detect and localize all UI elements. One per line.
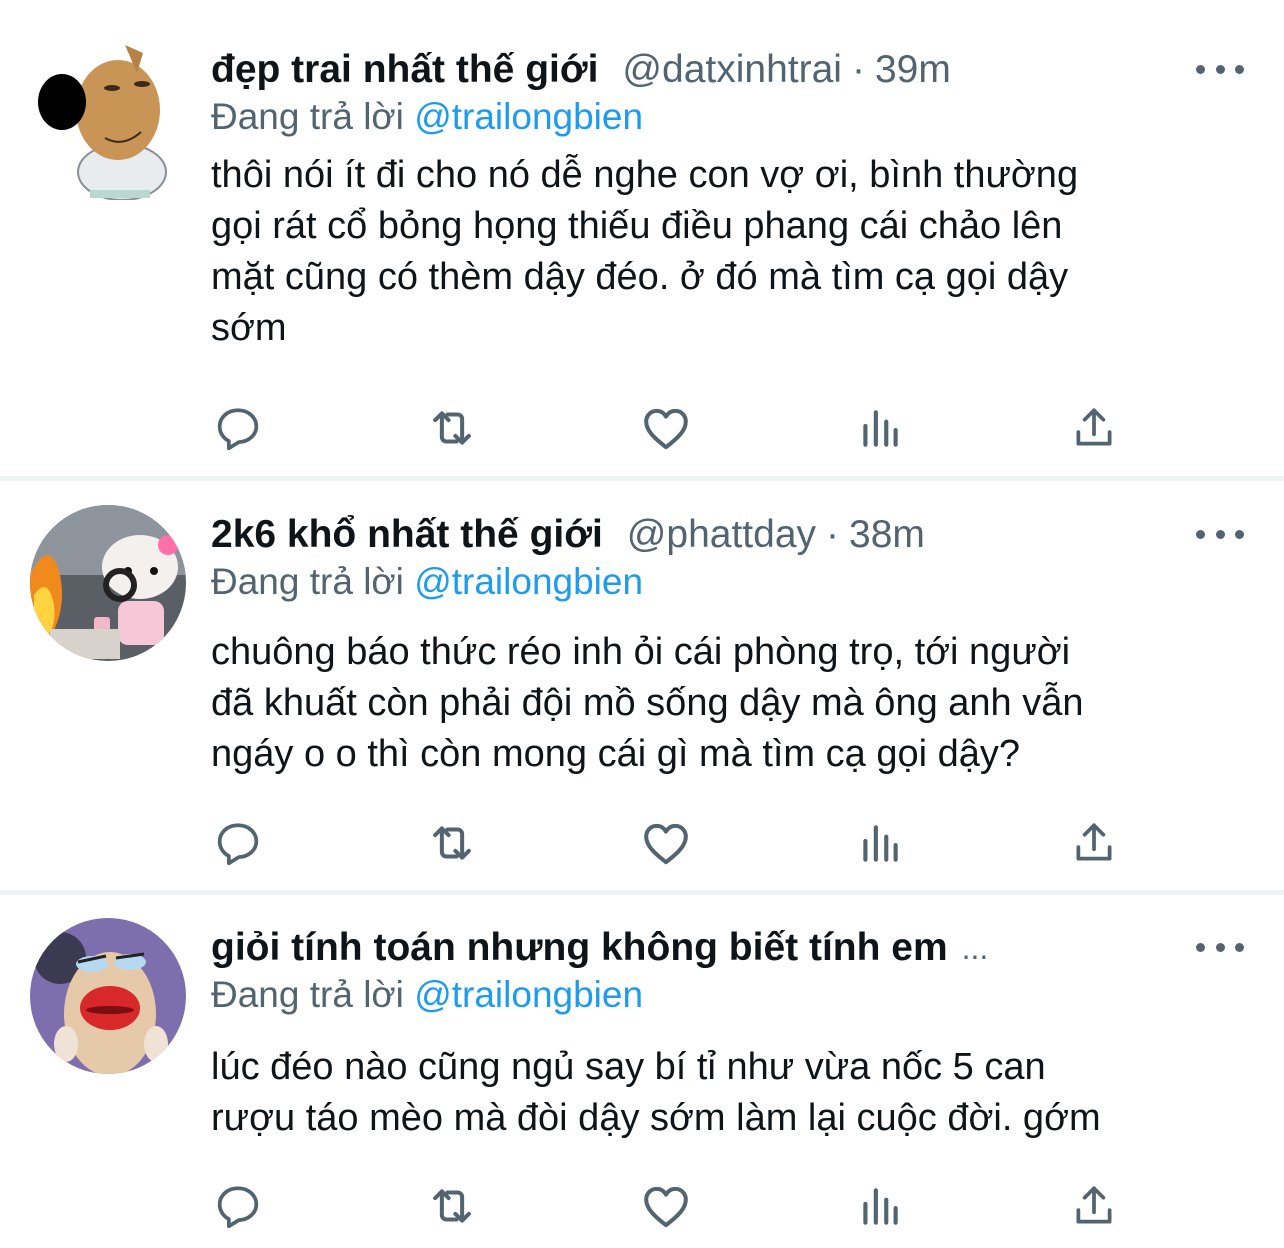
divider — [0, 476, 1284, 481]
divider — [0, 890, 1284, 895]
user-handle[interactable]: @datxinhtrai — [622, 40, 842, 100]
tweet-header: 2k6 khổ nhất thế giới @phattday · 38m — [211, 505, 925, 565]
tweet-text-line: ngáy o o thì còn mong cái gì mà tìm cạ g… — [211, 733, 1021, 775]
share-icon[interactable] — [1066, 400, 1122, 456]
replying-to: Đang trả lời @trailongbien — [211, 970, 643, 1020]
tweet[interactable]: 2k6 khổ nhất thế giới @phattday · 38m Đa… — [0, 505, 1284, 885]
replying-to-handle[interactable]: @trailongbien — [414, 974, 643, 1015]
avatar[interactable] — [30, 918, 186, 1074]
replying-to-handle[interactable]: @trailongbien — [414, 96, 643, 137]
timestamp[interactable]: 39m — [875, 40, 951, 100]
tweet-actions — [0, 400, 1284, 460]
like-icon[interactable] — [638, 400, 694, 456]
reply-icon[interactable] — [210, 815, 266, 871]
timestamp[interactable]: 38m — [849, 505, 925, 565]
avatar[interactable] — [30, 40, 186, 200]
display-name[interactable]: đẹp trai nhất thế giới — [211, 40, 598, 100]
display-name[interactable]: 2k6 khổ nhất thế giới — [211, 505, 603, 565]
replying-to: Đang trả lời @trailongbien — [211, 557, 643, 607]
tweet-text: lúc đéo nào cũng ngủ say bí tỉ như vừa n… — [211, 1042, 1251, 1144]
analytics-icon[interactable] — [852, 815, 908, 871]
tweet-text-line: rượu táo mèo mà đòi dậy sớm làm lại cuộc… — [211, 1097, 1101, 1139]
dog-avatar-image — [38, 45, 167, 200]
tweet-text-line: gọi rát cổ bỏng họng thiếu điều phang cá… — [211, 205, 1063, 247]
retweet-icon[interactable] — [424, 1178, 480, 1234]
reply-icon[interactable] — [210, 400, 266, 456]
like-icon[interactable] — [638, 1178, 694, 1234]
more-icon[interactable] — [1196, 932, 1244, 962]
retweet-icon[interactable] — [424, 400, 480, 456]
replying-to-handle[interactable]: @trailongbien — [414, 561, 643, 602]
replying-to: Đang trả lời @trailongbien — [211, 92, 643, 142]
replying-prefix: Đang trả lời — [211, 974, 415, 1015]
display-name[interactable]: giỏi tính toán nhưng không biết tính em — [211, 918, 948, 978]
analytics-icon[interactable] — [852, 400, 908, 456]
tweet-text-line: mặt cũng có thèm dậy đéo. ở đó mà tìm cạ… — [211, 256, 1069, 298]
analytics-icon[interactable] — [852, 1178, 908, 1234]
reply-icon[interactable] — [210, 1178, 266, 1234]
tweet-header: đẹp trai nhất thế giới @datxinhtrai · 39… — [211, 40, 951, 100]
tweet-text-line: lúc đéo nào cũng ngủ say bí tỉ như vừa n… — [211, 1046, 1046, 1088]
tweet-header: giỏi tính toán nhưng không biết tính em … — [211, 918, 988, 978]
hello-kitty-avatar-image — [30, 505, 186, 661]
share-icon[interactable] — [1066, 1178, 1122, 1234]
tweet-text-line: sớm — [211, 307, 287, 349]
tweet-text-line: chuông báo thức réo inh ỏi cái phòng trọ… — [211, 631, 1071, 673]
tweet-text-line: đã khuất còn phải đội mồ sống dậy mà ông… — [211, 682, 1084, 724]
name-truncation: ... — [961, 930, 989, 966]
tweet-actions — [0, 815, 1284, 875]
separator-dot: · — [851, 48, 865, 91]
tweet-text-line: thôi nói ít đi cho nó dễ nghe con vợ ơi,… — [211, 154, 1079, 196]
tweet-text: chuông báo thức réo inh ỏi cái phòng trọ… — [211, 627, 1251, 780]
like-icon[interactable] — [638, 815, 694, 871]
avatar[interactable] — [30, 505, 186, 661]
separator-dot: · — [826, 513, 840, 556]
retweet-icon[interactable] — [424, 815, 480, 871]
tweet-text: thôi nói ít đi cho nó dễ nghe con vợ ơi,… — [211, 150, 1251, 354]
lips-avatar-image — [30, 918, 186, 1074]
tweet-actions — [0, 1178, 1284, 1238]
user-handle[interactable]: @phattday — [627, 505, 816, 565]
replying-prefix: Đang trả lời — [211, 96, 415, 137]
tweet[interactable]: giỏi tính toán nhưng không biết tính em … — [0, 918, 1284, 1248]
replying-prefix: Đang trả lời — [211, 561, 415, 602]
more-icon[interactable] — [1196, 54, 1244, 84]
share-icon[interactable] — [1066, 815, 1122, 871]
tweet[interactable]: đẹp trai nhất thế giới @datxinhtrai · 39… — [0, 40, 1284, 470]
more-icon[interactable] — [1196, 519, 1244, 549]
